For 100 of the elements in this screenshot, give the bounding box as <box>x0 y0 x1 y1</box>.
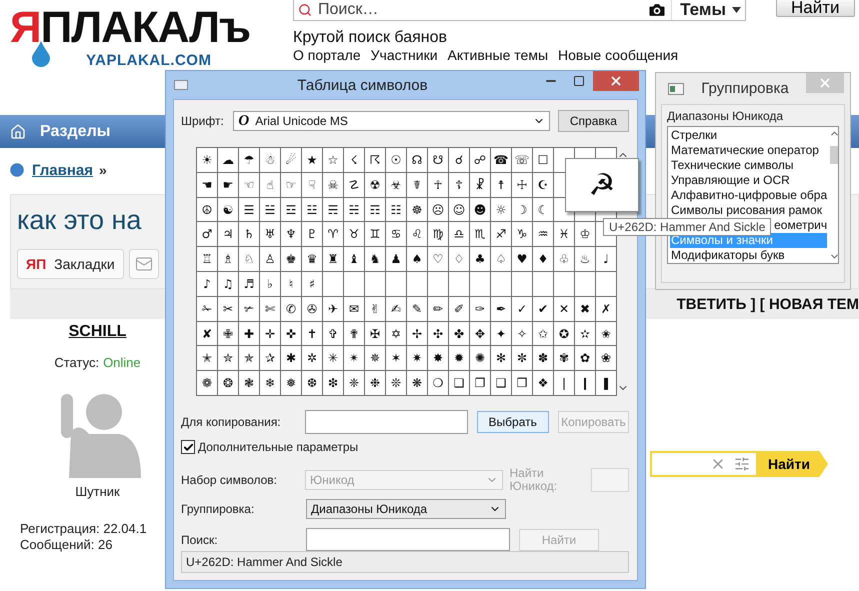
font-dropdown[interactable]: O Arial Unicode MS <box>233 111 550 132</box>
symbol-cell[interactable]: ☊ <box>407 148 427 172</box>
list-item[interactable]: Алфавитно-цифровые обра <box>670 188 828 203</box>
symbol-cell[interactable]: ☮ <box>197 198 217 222</box>
symbol-cell[interactable]: ☦ <box>449 172 469 197</box>
mail-button[interactable] <box>128 249 159 279</box>
symbol-cell[interactable]: ❀ <box>596 346 616 370</box>
symbol-cell[interactable]: ✜ <box>281 322 301 346</box>
symbol-cell[interactable]: ✑ <box>470 296 490 321</box>
symbol-cell[interactable]: ☈ <box>365 148 385 172</box>
symbol-cell[interactable]: ♟ <box>386 247 406 272</box>
symbol-cell[interactable]: ❁ <box>197 371 217 395</box>
reply-links[interactable]: ТВЕТИТЬ ] [ НОВАЯ ТЕМ <box>676 296 859 312</box>
symbol-cell[interactable]: ♚ <box>281 247 301 272</box>
symbol-cell[interactable]: ✲ <box>302 346 322 370</box>
symbol-cell[interactable]: ❂ <box>218 371 238 395</box>
home-icon[interactable] <box>10 124 26 140</box>
nav-link[interactable]: Активные темы <box>448 47 548 63</box>
symbol-cell[interactable]: ☐ <box>533 148 553 172</box>
symbol-cell[interactable]: ✮ <box>218 346 238 370</box>
symbol-cell[interactable]: ☺ <box>449 198 469 222</box>
symbol-cell[interactable]: ☷ <box>386 198 406 222</box>
symbol-cell[interactable]: ✦ <box>491 322 511 346</box>
list-item[interactable]: Управляющие и OCR <box>670 173 828 188</box>
symbol-cell[interactable]: ☜ <box>239 172 259 197</box>
symbol-cell[interactable]: ✡ <box>386 322 406 346</box>
symbol-cell[interactable]: ☉ <box>386 148 406 172</box>
symbol-cell[interactable]: ♢ <box>449 247 469 272</box>
symbol-cell[interactable]: ✏ <box>428 296 448 321</box>
symbol-cell[interactable]: ☨ <box>491 172 511 197</box>
symbol-cell[interactable]: ❍ <box>428 371 448 395</box>
symbol-cell[interactable]: ☌ <box>449 148 469 172</box>
symbol-cell[interactable]: ☁ <box>218 148 238 172</box>
symbol-cell[interactable]: ♌ <box>407 222 427 246</box>
symbol-cell[interactable]: ☞ <box>281 172 301 197</box>
symbol-cell[interactable]: ✠ <box>365 322 385 346</box>
symbol-cell[interactable]: ☢ <box>365 172 385 197</box>
symbol-cell[interactable]: ✌ <box>365 296 385 321</box>
search-field[interactable] <box>306 528 510 551</box>
symbol-cell[interactable]: ✐ <box>449 296 469 321</box>
symbol-cell[interactable]: ♨ <box>575 247 595 272</box>
symbol-cell[interactable]: ❅ <box>281 371 301 395</box>
symbol-cell[interactable]: ✞ <box>323 322 343 346</box>
symbol-cell[interactable]: ✍ <box>386 296 406 321</box>
symbol-cell[interactable]: ✬ <box>596 322 616 346</box>
symbol-cell[interactable]: ☩ <box>512 172 532 197</box>
symbol-cell[interactable]: ♯ <box>302 272 322 296</box>
breadcrumb-link[interactable]: Главная <box>32 162 94 178</box>
symbol-cell[interactable]: ♤ <box>491 247 511 272</box>
symbol-cell[interactable]: ♆ <box>281 222 301 246</box>
symbol-cell[interactable]: ✣ <box>428 322 448 346</box>
list-item[interactable]: Математические оператор <box>670 143 828 158</box>
list-item[interactable]: Технические символы <box>670 158 828 173</box>
symbol-cell[interactable]: ♒ <box>533 222 553 246</box>
search-field[interactable] <box>650 451 756 477</box>
symbol-cell[interactable]: ❈ <box>344 371 364 395</box>
symbol-cell[interactable]: ♖ <box>197 247 217 272</box>
symbol-cell[interactable]: ☳ <box>302 198 322 222</box>
symbol-cell[interactable]: ♓ <box>554 222 574 246</box>
symbol-cell[interactable]: ♜ <box>323 247 343 272</box>
symbol-cell[interactable]: ✢ <box>407 322 427 346</box>
symbol-cell[interactable]: ☀ <box>197 148 217 172</box>
symbol-cell[interactable]: ✗ <box>596 296 616 321</box>
symbol-cell[interactable]: ✇ <box>302 296 322 321</box>
help-button[interactable]: Справка <box>558 110 629 132</box>
symbol-cell[interactable]: ✔ <box>533 296 553 321</box>
symbol-cell[interactable]: ☂ <box>239 148 259 172</box>
symbol-cell[interactable]: ♔ <box>575 222 595 246</box>
symbol-cell[interactable]: ♂ <box>197 222 217 246</box>
symbol-cell[interactable]: ✾ <box>554 346 574 370</box>
nav-link[interactable]: Участники <box>370 47 438 63</box>
symbol-cell[interactable]: ✼ <box>512 346 532 370</box>
search-field[interactable]: Поиск… Темы <box>293 0 746 21</box>
symbol-cell[interactable]: ☱ <box>260 198 280 222</box>
symbol-cell[interactable]: ✓ <box>512 296 532 321</box>
symbol-cell[interactable]: ♬ <box>239 272 259 296</box>
symbol-cell[interactable]: ❏ <box>449 371 469 395</box>
symbol-cell[interactable]: ✺ <box>470 346 490 370</box>
symbol-cell[interactable]: ♣ <box>470 247 490 272</box>
symbol-cell[interactable]: ♍ <box>428 222 448 246</box>
symbol-cell[interactable]: ☆ <box>323 148 343 172</box>
symbol-cell[interactable]: ♧ <box>554 247 574 272</box>
symbol-cell[interactable]: ♥ <box>512 247 532 272</box>
symbol-cell[interactable]: ✒ <box>491 296 511 321</box>
search-button[interactable]: Найти <box>776 0 855 17</box>
symbol-cell[interactable]: ♝ <box>344 247 364 272</box>
symbol-cell[interactable]: ❃ <box>239 371 259 395</box>
symbol-cell[interactable]: ☪ <box>533 172 553 197</box>
symbol-cell[interactable]: ✁ <box>197 296 217 321</box>
symbol-cell[interactable]: ☣ <box>386 172 406 197</box>
symbol-cell[interactable]: ❘ <box>554 371 574 395</box>
symbol-cell[interactable]: ☻ <box>470 198 490 222</box>
filter-icon[interactable] <box>734 456 750 472</box>
bookmarks-button[interactable]: ЯП Закладки <box>17 249 124 279</box>
symbol-cell[interactable]: ✱ <box>281 346 301 370</box>
symbol-cell[interactable]: ☍ <box>470 148 490 172</box>
symbol-cell[interactable]: ☲ <box>281 198 301 222</box>
symbol-cell[interactable]: ☤ <box>407 172 427 197</box>
symbol-cell[interactable]: ✖ <box>575 296 595 321</box>
symbol-cell[interactable]: ✷ <box>407 346 427 370</box>
